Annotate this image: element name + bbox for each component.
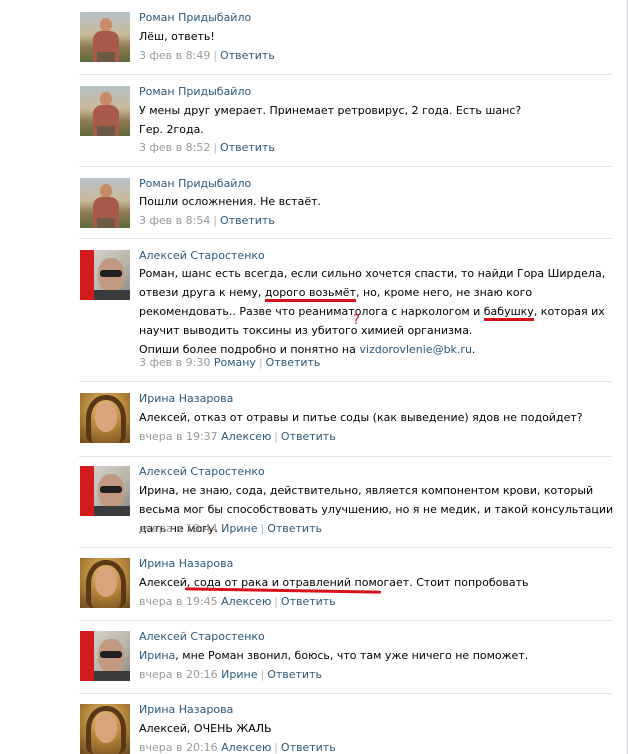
mention-link[interactable]: Ирина bbox=[139, 649, 175, 662]
comment-meta: вчера в 20:16 Алексею | Ответить bbox=[139, 741, 336, 754]
comment-text: У мены друг умерает. Принемает ретровиру… bbox=[139, 101, 619, 139]
comment-text-line: Гер. 2года. bbox=[139, 123, 204, 136]
reply-button[interactable]: Ответить bbox=[220, 141, 275, 154]
divider bbox=[79, 166, 612, 167]
comment-author[interactable]: Роман Придыбайло bbox=[139, 85, 251, 98]
divider bbox=[79, 238, 612, 239]
comment-text: Лёш, ответь! bbox=[139, 30, 215, 43]
comment-text-part: Опиши более подробно и понятно на bbox=[139, 343, 360, 356]
avatar[interactable] bbox=[80, 178, 130, 228]
highlighted-phrase: дорого возьмёт bbox=[264, 286, 356, 302]
divider bbox=[79, 620, 612, 621]
comment-author[interactable]: Ирина Назарова bbox=[139, 703, 233, 716]
comment-author[interactable]: Алексей Старостенко bbox=[139, 630, 265, 643]
reply-button[interactable]: Ответить bbox=[266, 356, 321, 369]
reply-target-link[interactable]: Алексею bbox=[221, 430, 271, 443]
comment-text-line: У мены друг умерает. Принемает ретровиру… bbox=[139, 104, 522, 117]
comment-meta: вчера в 19:45 Алексею | Ответить bbox=[139, 595, 336, 608]
divider bbox=[79, 74, 612, 75]
reply-target-link[interactable]: Ирине bbox=[221, 668, 257, 681]
avatar[interactable] bbox=[80, 704, 130, 754]
reply-button[interactable]: Ответить bbox=[267, 668, 322, 681]
comment-author[interactable]: Алексей Старостенко bbox=[139, 249, 265, 262]
comment-text-part: . bbox=[471, 343, 476, 356]
comment-author[interactable]: Роман Придыбайло bbox=[139, 177, 251, 190]
reply-target-link[interactable]: Роману bbox=[214, 356, 256, 369]
reply-button[interactable]: Ответить bbox=[220, 214, 275, 227]
comment-text: Ирина, мне Роман звонил, боюсь, что там … bbox=[139, 646, 619, 665]
comment-author[interactable]: Роман Придыбайло bbox=[139, 11, 251, 24]
comment-meta: 3 фев в 8:52 | Ответить bbox=[139, 141, 275, 154]
avatar[interactable] bbox=[80, 631, 130, 681]
reply-target-link[interactable]: Ирине bbox=[221, 522, 257, 535]
reply-button[interactable]: Ответить bbox=[281, 741, 336, 754]
comment-meta: 3 фев в 8:49 | Ответить bbox=[139, 49, 275, 62]
divider bbox=[79, 456, 612, 457]
divider bbox=[79, 381, 612, 382]
reply-button[interactable]: Ответить bbox=[281, 595, 336, 608]
comment-time[interactable]: 3 фев в 9:30 bbox=[139, 356, 210, 369]
reply-button[interactable]: Ответить bbox=[281, 430, 336, 443]
reply-target-link[interactable]: Алексею bbox=[221, 741, 271, 754]
comment-time[interactable]: вчера в 20:16 bbox=[139, 741, 218, 754]
comment-text: Пошли осложнения. Не встаёт. bbox=[139, 195, 321, 208]
comment-author[interactable]: Ирина Назарова bbox=[139, 557, 233, 570]
avatar[interactable] bbox=[80, 558, 130, 608]
comment-meta: 3 фев в 9:30 Роману | Ответить bbox=[139, 356, 321, 369]
avatar[interactable] bbox=[80, 12, 130, 62]
avatar[interactable] bbox=[80, 393, 130, 443]
divider bbox=[79, 693, 612, 694]
comment-time[interactable]: вчера в 19:37 bbox=[139, 430, 218, 443]
comment-meta: вчера в 20:16 Ирине | Ответить bbox=[139, 668, 322, 681]
comment-author[interactable]: Ирина Назарова bbox=[139, 392, 233, 405]
avatar[interactable] bbox=[80, 86, 130, 136]
divider bbox=[79, 547, 612, 548]
comment-time[interactable]: 3 фев в 8:54 bbox=[139, 214, 210, 227]
reply-button[interactable]: Ответить bbox=[220, 49, 275, 62]
avatar[interactable] bbox=[80, 250, 130, 300]
avatar[interactable] bbox=[80, 466, 130, 516]
comment-text: Роман, шанс есть всегда, если сильно хоч… bbox=[139, 264, 619, 359]
comment-meta: вчера в 19:37 Алексею | Ответить bbox=[139, 430, 336, 443]
comment-time[interactable]: вчера в 19:44 bbox=[139, 522, 218, 535]
comment-time[interactable]: вчера в 20:16 bbox=[139, 668, 218, 681]
reply-target-link[interactable]: Алексею bbox=[221, 595, 271, 608]
email-link[interactable]: vizdorovlenie@bk.ru bbox=[359, 343, 472, 356]
comment-meta: вчера в 19:44 Ирине | Ответить bbox=[139, 522, 322, 535]
comment-meta: 3 фев в 8:54 | Ответить bbox=[139, 214, 275, 227]
comment-text: Алексей, ОЧЕНЬ ЖАЛЬ bbox=[139, 722, 272, 735]
comment-text: Алексей, отказ от отравы и питье соды (к… bbox=[139, 411, 583, 424]
comment-time[interactable]: вчера в 19:45 bbox=[139, 595, 218, 608]
comment-author[interactable]: Алексей Старостенко bbox=[139, 465, 265, 478]
reply-button[interactable]: Ответить bbox=[267, 522, 322, 535]
question-mark-annotation: ? bbox=[353, 313, 360, 328]
comment-time[interactable]: 3 фев в 8:52 bbox=[139, 141, 210, 154]
comment-text-part: , мне Роман звонил, боюсь, что там уже н… bbox=[175, 649, 529, 662]
comment-time[interactable]: 3 фев в 8:49 bbox=[139, 49, 210, 62]
highlighted-phrase: бабушку bbox=[483, 305, 534, 321]
